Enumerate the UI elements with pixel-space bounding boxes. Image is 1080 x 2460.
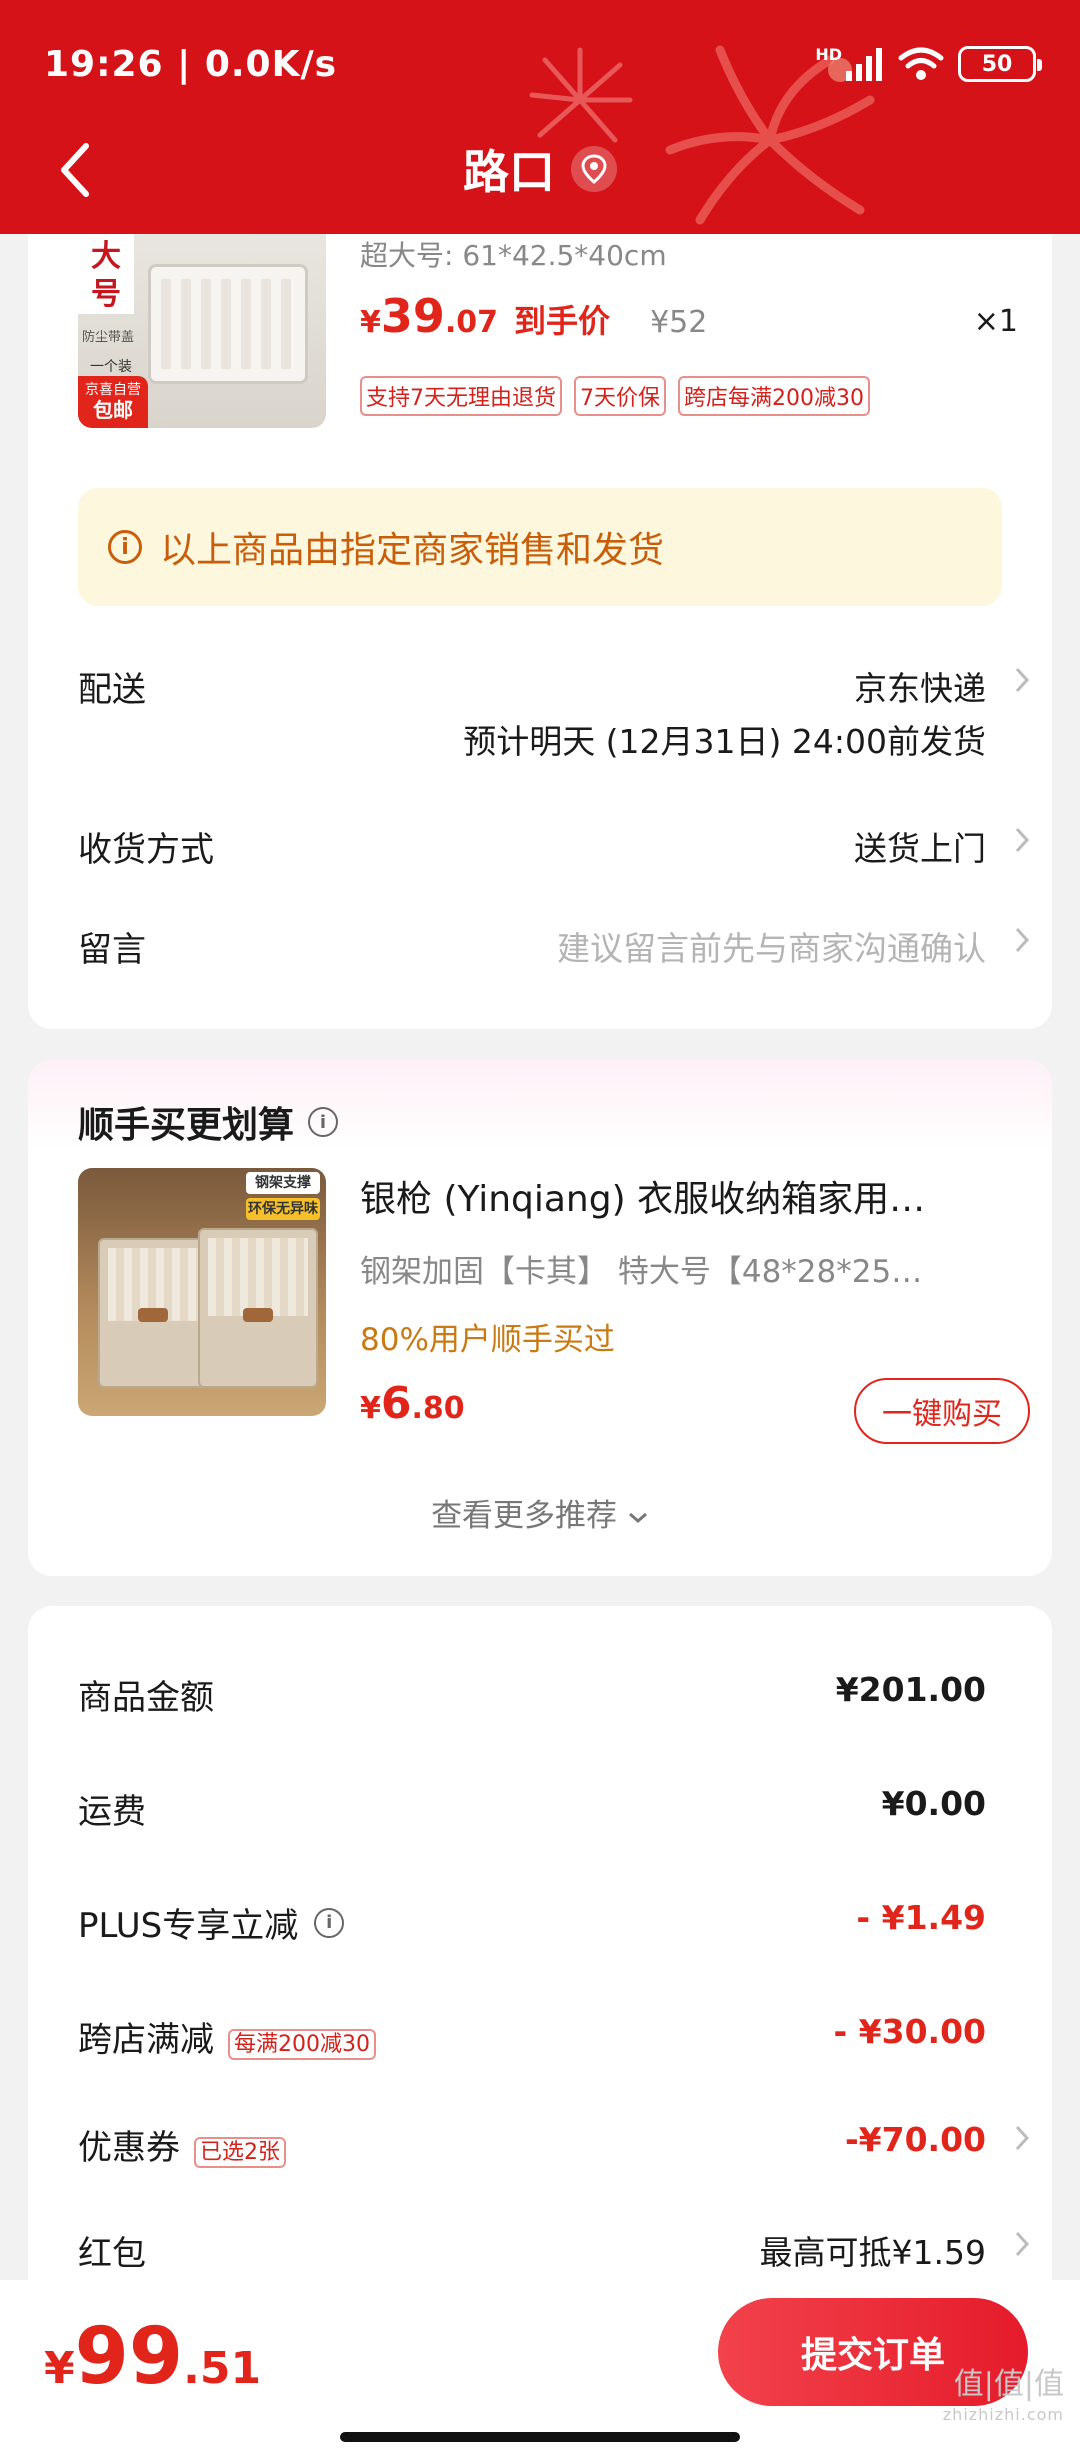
signal-icon <box>846 48 882 81</box>
cross-store-label: 跨店满减 每满200减30 <box>78 2012 376 2061</box>
price-summary-card: 商品金额 ¥201.00 运费 ¥0.00 PLUS专享立减 i - ¥1.49… <box>28 1606 1052 2306</box>
service-tag: 支持7天无理由退货 <box>360 376 562 416</box>
jd-badge: 京喜自营 包邮 <box>78 376 148 428</box>
product-quantity: ×1 <box>973 304 1018 339</box>
chevron-right-icon[interactable] <box>1014 2230 1030 2258</box>
one-click-buy-button[interactable]: 一键购买 <box>854 1378 1030 1444</box>
receive-method-value[interactable]: 送货上门 <box>854 822 986 870</box>
chevron-down-icon <box>628 1512 647 1523</box>
status-icons: HD 50 <box>815 44 1042 82</box>
nav-title-bar: 路口 <box>0 136 1080 202</box>
chevron-right-icon[interactable] <box>1014 826 1030 854</box>
redpacket-label: 红包 <box>78 2234 146 2274</box>
order-item-card: 大号 防尘带盖 一个装 京喜自营 包邮 超大号: 61*42.5*40cm ¥3… <box>28 234 1052 1029</box>
image-qty-label: 一个装 <box>90 359 132 375</box>
product-price-row: ¥39.07 到手价 ¥52 <box>360 289 707 343</box>
receive-method-label: 收货方式 <box>78 830 214 870</box>
image-size-tag: 大号 <box>78 234 134 314</box>
goods-amount-label: 商品金额 <box>78 1678 214 1718</box>
image-sticker: 钢架支撑 <box>246 1172 320 1194</box>
chevron-right-icon[interactable] <box>1014 666 1030 694</box>
plus-discount-row-label: PLUS专享立减 i <box>78 1898 345 1947</box>
recommend-card: 顺手买更划算 i 钢架支撑 环保无异味 银枪 (Yinqiang) 衣服收纳箱家… <box>28 1060 1052 1576</box>
status-time: 19:26 | 0.0K/s <box>44 44 338 85</box>
header: 19:26 | 0.0K/s HD 50 路口 <box>0 0 1080 234</box>
cross-store-discount: - ¥30.00 <box>833 2012 986 2051</box>
more-recommend-link[interactable]: 查看更多推荐 <box>28 1490 1052 1535</box>
home-indicator[interactable] <box>340 2432 740 2442</box>
total-price: ¥99.51 <box>44 2312 262 2402</box>
coupon-tag: 已选2张 <box>194 2136 286 2168</box>
storage-box-graphic <box>148 264 308 384</box>
original-price: ¥52 <box>650 305 708 340</box>
recommend-product-spec[interactable]: 钢架加固【卡其】 特大号【48*28*25… <box>360 1246 980 1291</box>
checkout-bar: ¥99.51 提交订单 <box>0 2280 1080 2460</box>
recommend-hint: 80%用户顺手买过 <box>360 1322 615 1358</box>
message-input[interactable]: 建议留言前先与商家沟通确认 <box>557 922 986 970</box>
product-spec: 超大号: 61*42.5*40cm <box>360 239 667 272</box>
delivery-carrier[interactable]: 京东快递 <box>854 662 986 710</box>
delivery-eta: 预计明天 (12月31日) 24:00前发货 <box>463 722 986 761</box>
final-price-label: 到手价 <box>514 302 611 340</box>
location-pin-icon[interactable] <box>571 146 617 192</box>
notice-text: 以上商品由指定商家销售和发货 <box>160 530 665 571</box>
network-label: HD <box>815 44 842 64</box>
service-tag: 7天价保 <box>574 376 666 416</box>
product-image[interactable]: 大号 防尘带盖 一个装 京喜自营 包邮 <box>78 234 326 428</box>
coupon-discount[interactable]: -¥70.00 <box>845 2120 986 2159</box>
watermark: 值|值|值 zhizhizhi.com <box>942 2367 1064 2425</box>
bin-handle-graphic <box>243 1308 273 1322</box>
info-icon: i <box>108 530 142 564</box>
image-sticker: 环保无异味 <box>246 1198 320 1220</box>
info-icon[interactable]: i <box>314 1907 345 1938</box>
shipping-label: 运费 <box>78 1792 146 1832</box>
chevron-right-icon[interactable] <box>1014 926 1030 954</box>
service-tags: 支持7天无理由退货 7天价保 跨店每满200减30 <box>360 376 870 416</box>
info-icon[interactable]: i <box>308 1107 339 1137</box>
redpacket-value[interactable]: 最高可抵¥1.59 <box>760 2226 986 2274</box>
chevron-right-icon[interactable] <box>1014 2124 1030 2152</box>
battery-icon: 50 <box>958 46 1042 82</box>
product-price: ¥39.07 <box>360 289 499 343</box>
goods-amount-value: ¥201.00 <box>835 1670 986 1709</box>
recommend-product-image[interactable]: 钢架支撑 环保无异味 <box>78 1168 326 1416</box>
seller-notice: i 以上商品由指定商家销售和发货 <box>78 488 1002 606</box>
delivery-label: 配送 <box>78 670 146 710</box>
plus-discount-value: - ¥1.49 <box>856 1898 986 1937</box>
recommend-product-title[interactable]: 银枪 (Yinqiang) 衣服收纳箱家用… <box>360 1170 1020 1222</box>
wifi-icon <box>898 47 944 80</box>
status-bar: 19:26 | 0.0K/s HD 50 <box>0 0 1080 130</box>
recommend-price: ¥6.80 <box>360 1378 465 1429</box>
shipping-value: ¥0.00 <box>881 1784 986 1823</box>
page-title: 路口 <box>463 145 555 199</box>
bin-handle-graphic <box>138 1308 168 1322</box>
recommend-section-title: 顺手买更划算 i <box>78 1096 339 1148</box>
service-tag: 跨店每满200减30 <box>678 376 870 416</box>
image-sub-label: 防尘带盖 <box>82 330 135 345</box>
coupon-label: 优惠券 已选2张 <box>78 2120 286 2169</box>
cross-store-tag: 每满200减30 <box>228 2028 376 2060</box>
message-label: 留言 <box>78 930 146 970</box>
